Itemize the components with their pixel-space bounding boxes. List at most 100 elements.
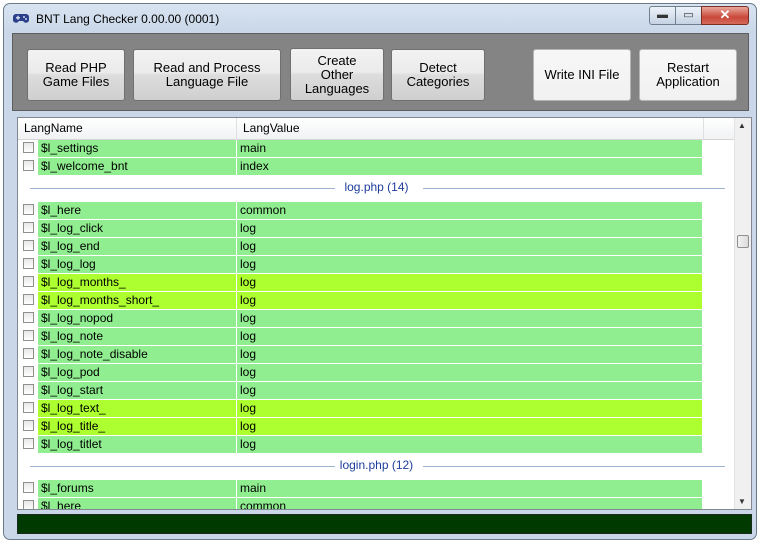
list-row[interactable]: $l_log_end log [18,238,735,255]
language-list-view[interactable]: LangName LangValue $l_settings main $l_wel… [17,117,752,510]
row-checkbox[interactable] [23,482,34,493]
list-row[interactable]: $l_log_note_disable log [18,346,735,363]
group-header[interactable]: login.php (12) [18,454,735,480]
list-row[interactable]: $l_log_months_short_ log [18,292,735,309]
cell-langname: $l_log_log [38,256,237,273]
scroll-down-icon[interactable]: ▼ [738,497,746,506]
minimize-button[interactable]: ▬ [649,6,676,25]
minimize-icon: ▬ [657,9,668,21]
client-area: Read PHP Game Files Read and Process Lan… [12,33,752,534]
group-label: log.php (14) [344,180,409,194]
list-row[interactable]: $l_log_nopod log [18,310,735,327]
app-window: BNT Lang Checker 0.00.00 (0001) ▬ ▭ ✕ Re… [3,3,757,540]
close-button[interactable]: ✕ [701,6,749,25]
scroll-up-icon[interactable]: ▲ [738,121,746,130]
row-checkbox[interactable] [23,160,34,171]
cell-langvalue: main [237,140,702,157]
column-header-langvalue[interactable]: LangValue [237,118,704,139]
cell-langname: $l_log_months_short_ [38,292,237,309]
scroll-thumb[interactable] [737,235,749,248]
cell-langname: $l_settings [38,140,237,157]
read-process-language-file-button[interactable]: Read and Process Language File [133,49,281,101]
cell-langname: $l_log_nopod [38,310,237,327]
list-row[interactable]: $l_here common [18,202,735,219]
cell-langname: $l_forums [38,480,237,497]
cell-langvalue: main [237,480,702,497]
cell-langvalue: log [237,292,702,309]
cell-langname: $l_log_end [38,238,237,255]
row-checkbox[interactable] [23,294,34,305]
create-other-languages-button[interactable]: Create Other Languages [290,48,384,101]
cell-langvalue: log [237,310,702,327]
cell-langvalue: index [237,158,702,175]
cell-langname: $l_log_text_ [38,400,237,417]
row-checkbox[interactable] [23,500,34,509]
maximize-button[interactable]: ▭ [675,6,702,25]
toolbar: Read PHP Game Files Read and Process Lan… [12,33,749,111]
cell-langvalue: log [237,364,702,381]
row-checkbox[interactable] [23,330,34,341]
cell-langname: $l_log_click [38,220,237,237]
row-checkbox[interactable] [23,402,34,413]
cell-langvalue: log [237,274,702,291]
detect-categories-button[interactable]: Detect Categories [391,49,485,101]
cell-langvalue: log [237,418,702,435]
list-row[interactable]: $l_log_titlet log [18,436,735,453]
list-row[interactable]: $l_log_months_ log [18,274,735,291]
vertical-scrollbar[interactable]: ▲ ▼ [734,118,751,509]
window-title: BNT Lang Checker 0.00.00 (0001) [36,12,220,26]
cell-langvalue: log [237,220,702,237]
list-row[interactable]: $l_log_note log [18,328,735,345]
cell-langvalue: log [237,400,702,417]
cell-langname: $l_here [38,498,237,509]
close-icon: ✕ [719,7,731,22]
list-row[interactable]: $l_settings main [18,140,735,157]
group-header[interactable]: log.php (14) [18,176,735,202]
cell-langname: $l_here [38,202,237,219]
cell-langvalue: common [237,202,702,219]
cell-langname: $l_log_start [38,382,237,399]
cell-langvalue: common [237,498,702,509]
list-row[interactable]: $l_log_click log [18,220,735,237]
list-row[interactable]: $l_log_text_ log [18,400,735,417]
cell-langvalue: log [237,256,702,273]
list-row[interactable]: $l_log_log log [18,256,735,273]
cell-langvalue: log [237,238,702,255]
cell-langname: $l_log_titlet [38,436,237,453]
cell-langvalue: log [237,382,702,399]
write-ini-file-button[interactable]: Write INI File [533,49,631,101]
list-row[interactable]: $l_here common [18,498,735,509]
row-checkbox[interactable] [23,276,34,287]
row-checkbox[interactable] [23,204,34,215]
row-checkbox[interactable] [23,438,34,449]
title-bar[interactable]: BNT Lang Checker 0.00.00 (0001) ▬ ▭ ✕ [4,4,756,34]
restart-application-button[interactable]: Restart Application [639,49,737,101]
row-checkbox[interactable] [23,222,34,233]
list-row[interactable]: $l_log_start log [18,382,735,399]
cell-langvalue: log [237,328,702,345]
cell-langname: $l_log_months_ [38,274,237,291]
cell-langname: $l_log_pod [38,364,237,381]
status-bar [17,514,752,534]
cell-langname: $l_log_note_disable [38,346,237,363]
column-header-langname[interactable]: LangName [18,118,237,139]
cell-langname: $l_log_title_ [38,418,237,435]
row-checkbox[interactable] [23,142,34,153]
list-row[interactable]: $l_log_pod log [18,364,735,381]
list-row[interactable]: $l_welcome_bnt index [18,158,735,175]
row-checkbox[interactable] [23,240,34,251]
row-checkbox[interactable] [23,420,34,431]
row-checkbox[interactable] [23,366,34,377]
group-label: login.php (12) [339,458,414,472]
row-checkbox[interactable] [23,312,34,323]
row-checkbox[interactable] [23,258,34,269]
list-row[interactable]: $l_forums main [18,480,735,497]
list-row[interactable]: $l_log_title_ log [18,418,735,435]
cell-langvalue: log [237,436,702,453]
maximize-icon: ▭ [683,9,694,21]
row-checkbox[interactable] [23,384,34,395]
row-checkbox[interactable] [23,348,34,359]
gamepad-icon [13,14,29,23]
read-php-game-files-button[interactable]: Read PHP Game Files [27,49,125,101]
cell-langvalue: log [237,346,702,363]
